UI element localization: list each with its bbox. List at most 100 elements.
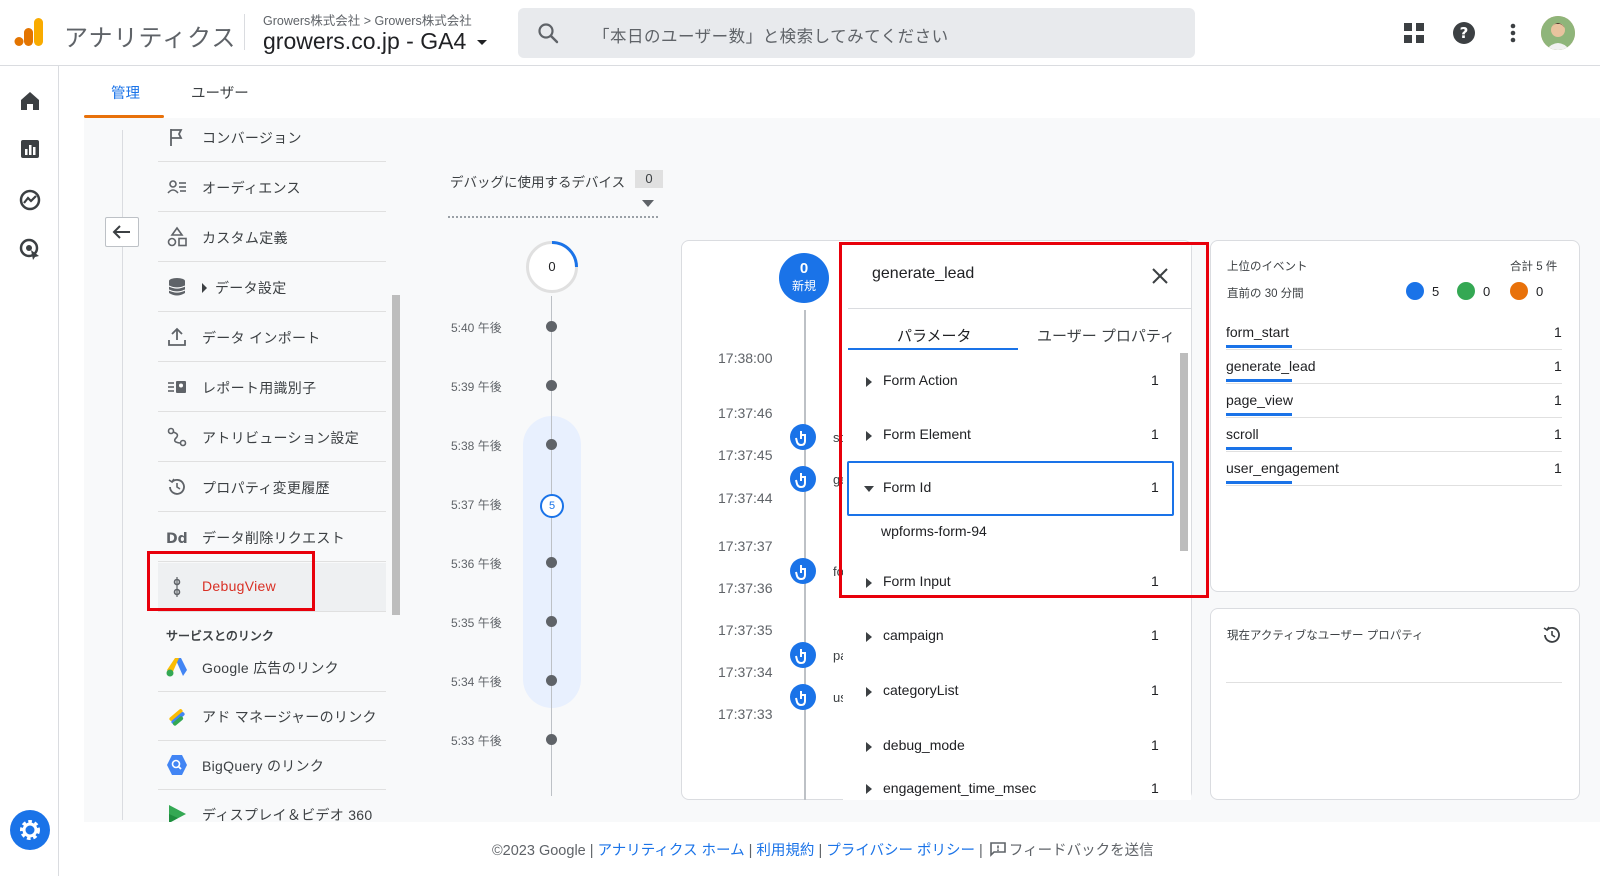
search-box[interactable]: 「本日のユーザー数」と検索してみてください [518,8,1195,58]
minute-dot[interactable] [546,734,557,745]
nav-item-data-settings[interactable]: データ設定 [158,263,386,312]
nav-item-google-ads-links[interactable]: Google 広告のリンク [158,643,386,692]
nav-item-audiences[interactable]: オーディエンス [158,163,386,212]
analytics-logo-icon[interactable] [14,16,44,48]
minute-event-count-selected[interactable]: 5 [540,494,564,518]
expand-arrow-icon [866,687,872,697]
reports-icon[interactable] [17,136,43,162]
id-icon [168,381,186,393]
event-touch-icon[interactable] [790,558,816,584]
new-events-badge[interactable]: 0 新規 [779,253,829,303]
nav-item-reporting-identity[interactable]: レポート用識別子 [158,363,386,412]
event-touch-icon[interactable] [790,642,816,668]
debug-device-count: 0 [635,170,663,188]
minute-dot[interactable] [546,380,557,391]
minute-count-ring: 0 [526,241,578,293]
history-icon[interactable] [1541,624,1563,646]
minute-label: 5:35 午後 [451,616,502,630]
minute-dot[interactable] [546,321,557,332]
device-dropdown-underline[interactable] [448,216,658,218]
top-event-bar [1226,345,1292,348]
property-name: growers.co.jp - GA4 [263,28,467,54]
avatar[interactable] [1541,16,1575,50]
top-event-row[interactable]: page_view 1 [1226,384,1562,418]
nav-item-custom-definitions[interactable]: カスタム定義 [158,213,386,262]
audience-icon [167,180,186,194]
nav-item-dv360-links[interactable]: ディスプレイ＆ビデオ 360 [158,790,386,822]
second-timestamp: 17:37:46 [718,405,773,421]
nav-item-attribution-settings[interactable]: アトリビューション設定 [158,413,386,462]
tab-admin[interactable]: 管理 [111,82,140,103]
expand-arrow-icon [866,742,872,752]
event-touch-icon[interactable] [790,424,816,450]
nav-scrollbar[interactable] [392,295,400,615]
services-section-title: サービスとのリンク [166,629,274,643]
feedback-link[interactable]: フィードバックを送信 [987,842,1154,859]
top-event-name: form_start [1226,324,1290,340]
nav-item-data-import[interactable]: データ インポート [158,313,386,362]
top-event-row[interactable]: generate_lead 1 [1226,350,1562,384]
nav-item-conversions[interactable]: コンバージョン [158,113,386,162]
footer: ©2023 Google | アナリティクス ホーム | 利用規約 | プライバ… [492,839,1154,860]
top-event-row[interactable]: user_engagement 1 [1226,452,1562,486]
event-touch-icon[interactable] [790,466,816,492]
top-bar: アナリティクス Growers株式会社 > Growers株式会社 grower… [0,0,1600,66]
dv360-icon [169,805,186,822]
tab-user[interactable]: ユーザー [191,82,249,103]
more-vert-icon[interactable] [1500,20,1526,46]
minute-top-count: 0 [548,259,556,274]
top-event-bar [1226,447,1292,450]
footer-link-terms[interactable]: 利用規約 [756,843,814,859]
apps-grid-icon[interactable] [1401,20,1427,46]
second-timestamp: 17:37:33 [718,706,773,722]
parameter-count: 1 [1151,627,1159,643]
nav-item-label: コンバージョン [202,130,302,146]
nav-item-ad-manager-links[interactable]: アド マネージャーのリンク [158,692,386,741]
parameter-row[interactable]: categoryList 1 [848,667,1174,719]
home-icon[interactable] [17,88,43,114]
nav-item-label: オーディエンス [202,180,301,196]
nav-item-property-change-history[interactable]: プロパティ変更履歴 [158,463,386,512]
parameter-row[interactable]: debug_mode 1 [848,722,1174,774]
upload-icon [168,327,186,346]
second-timestamp: 17:37:37 [718,538,773,554]
parameter-name: debug_mode [883,737,965,753]
explore-icon[interactable] [17,187,43,213]
help-icon[interactable]: ? [1451,20,1477,46]
minute-dot[interactable] [546,616,557,627]
footer-link-analytics-home[interactable]: アナリティクス ホーム [598,843,745,859]
minute-dot[interactable] [546,439,557,450]
minute-dot[interactable] [546,675,557,686]
device-dropdown-arrow-icon[interactable] [642,200,654,207]
dropdown-arrow-icon [476,40,487,46]
admin-settings-icon[interactable] [10,810,50,850]
footer-copyright: ©2023 Google [492,843,586,859]
bigquery-icon [167,755,187,775]
second-timestamp: 17:37:34 [718,664,773,680]
footer-link-privacy[interactable]: プライバシー ポリシー [826,843,975,859]
top-event-row[interactable]: scroll 1 [1226,418,1562,452]
nav-item-label: BigQuery のリンク [202,758,325,774]
minute-label: 5:40 午後 [451,321,502,335]
advertising-icon[interactable] [17,236,43,262]
ad-manager-icon [169,709,185,726]
top-event-row[interactable]: form_start 1 [1226,316,1562,350]
conversion-flag-icon [1457,282,1475,300]
event-touch-icon[interactable] [790,684,816,710]
expand-arrow-icon [202,283,207,293]
arrow-back-icon [112,225,130,239]
shapes-icon [167,226,187,247]
account-breadcrumb[interactable]: Growers株式会社 > Growers株式会社 [263,10,472,29]
debug-device-label: デバッグに使用するデバイス [450,175,626,190]
debugview-highlight-box [147,551,315,611]
nav-item-label: アド マネージャーのリンク [202,709,377,725]
parameter-row[interactable]: campaign 1 [848,612,1174,664]
top-event-name: page_view [1226,392,1293,408]
parameter-count: 1 [1151,737,1159,753]
back-button[interactable] [105,217,139,247]
top-event-name: generate_lead [1226,358,1316,374]
minute-dot[interactable] [546,557,557,568]
property-selector[interactable]: growers.co.jp - GA4 [263,28,487,55]
parameter-row[interactable]: engagement_time_msec 1 [848,776,1174,800]
nav-item-bigquery-links[interactable]: BigQuery のリンク [158,741,386,790]
